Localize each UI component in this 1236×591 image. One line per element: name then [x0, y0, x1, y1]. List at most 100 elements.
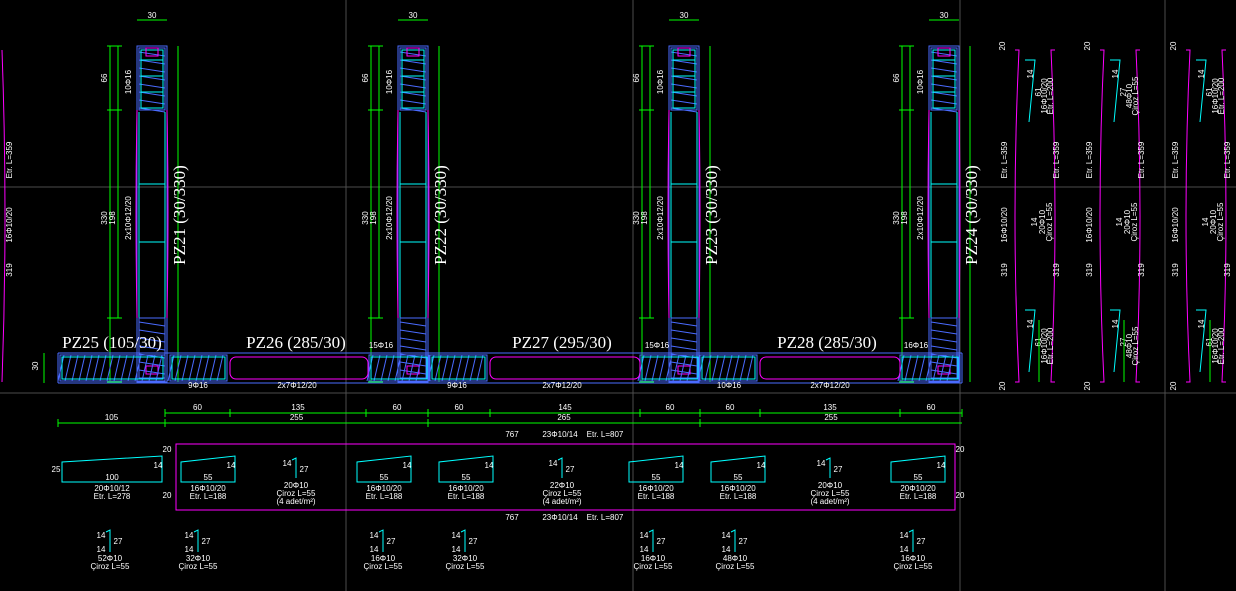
stirrup-3: 551416Φ10/20Etr. L=188: [356, 455, 412, 501]
hatch-line: [195, 354, 203, 382]
hatch-line: [658, 354, 666, 382]
bottom-ciroz-7: 14271416Φ10Çiroz L=55: [894, 529, 933, 571]
hatch-line: [946, 354, 954, 382]
stirrup-etr: Etr. L=188: [638, 492, 675, 501]
beam-bar-label: 9Φ16: [447, 381, 467, 390]
hatch-line: [930, 75, 958, 81]
hatch-line: [930, 329, 958, 335]
hatch-line: [399, 67, 427, 73]
main-bar-spec-bottom: 23Φ10/14: [542, 513, 578, 522]
bottom-ciroz-shape: [908, 529, 914, 552]
hatch-line: [670, 99, 698, 105]
bottom-ciroz-shape: [105, 529, 111, 552]
panel-top-end: 20: [998, 41, 1007, 50]
hatch-line: [399, 75, 427, 81]
dim-row1-text: 135: [291, 403, 305, 412]
dim-row1-text: 60: [193, 403, 202, 412]
stirrup-c: 14: [154, 461, 163, 470]
hatch-line: [670, 59, 698, 65]
hatch-line: [670, 329, 698, 335]
ciroz-a: 14: [549, 459, 558, 468]
panel-a: 14: [1111, 319, 1120, 328]
hatch-line: [746, 354, 754, 382]
hatch-line: [930, 321, 958, 327]
bottom-ciroz-b: 27: [657, 537, 666, 546]
hatch-line: [469, 354, 477, 382]
bottom-ciroz-5: 14271416Φ10Çiroz L=55: [634, 529, 673, 571]
mesh-label: 2x10Φ12/20: [656, 196, 665, 240]
bottom-ciroz-a: 14: [370, 531, 379, 540]
panel-length-right: 319: [1223, 263, 1232, 277]
hatch-line: [138, 99, 166, 105]
panel-left-bar: [1099, 49, 1105, 383]
bottom-ciroz-3: 14271416Φ10Çiroz L=55: [364, 529, 403, 571]
stirrup-etr: Etr. L=188: [900, 492, 937, 501]
hatch-line: [127, 354, 135, 382]
bottom-ciroz-a: 14: [452, 531, 461, 540]
hatch-line: [138, 361, 166, 367]
bar-label: 10Φ16: [124, 69, 133, 94]
hatch-line: [216, 354, 224, 382]
stirrup-etr: Etr. L=188: [448, 492, 485, 501]
hatch-line: [380, 354, 388, 382]
stirrup-c: 14: [227, 461, 236, 470]
hatch-line: [732, 354, 740, 382]
panel-mid-len: Çiroz L=55: [1216, 202, 1225, 241]
bar-label: 10Φ16: [656, 69, 665, 94]
joint-label: 15Φ16: [369, 341, 394, 350]
stirrup-b: 55: [652, 473, 661, 482]
wall-label: PZ21 (30/330): [170, 165, 189, 265]
hatch-line: [167, 354, 175, 382]
hatch-line: [434, 354, 442, 382]
bottom-ciroz-len: Çiroz L=55: [179, 562, 218, 571]
hatch-line: [138, 59, 166, 65]
stirrup-etr: Etr. L=188: [190, 492, 227, 501]
stirrup-4: 551416Φ10/20Etr. L=188: [438, 455, 494, 501]
beam-mesh-label: 2x7Φ12/20: [542, 381, 582, 390]
panel-length-right: 319: [1137, 263, 1146, 277]
bottom-ciroz-a2: 14: [722, 545, 731, 554]
hatch-line: [670, 67, 698, 73]
bottom-ciroz-b: 27: [387, 537, 396, 546]
panel-bottom-end: 20: [1169, 381, 1178, 390]
cad-drawing-canvas[interactable]: 66330 1983010Φ162x10Φ12/20 PZ21 (30/330)66…: [0, 0, 1236, 591]
bottom-ciroz-len: Çiroz L=55: [446, 562, 485, 571]
dim-row2-text: 255: [290, 413, 304, 422]
stirrup-1: 100142520Φ10/12Etr. L=278: [52, 455, 163, 501]
panel-etr2: Etr. L=200: [1046, 327, 1055, 364]
panel-length: 319: [1171, 263, 1180, 277]
main-bar-etr-bottom: Etr. L=807: [587, 513, 624, 522]
hatch-line: [399, 59, 427, 65]
main-bar-length: 767: [505, 430, 519, 439]
stirrup-etr: Etr. L=278: [94, 492, 131, 501]
left-edge-etr: Etr. L=359: [5, 141, 14, 178]
bottom-ciroz-a2: 14: [640, 545, 649, 554]
bottom-ciroz-len: Çiroz L=55: [634, 562, 673, 571]
beam-mid-zone: [229, 356, 369, 380]
dim-top-text: 66: [892, 73, 901, 82]
hatch-line: [441, 354, 449, 382]
bottom-ciroz-shape: [460, 529, 466, 552]
stirrup-etr: Etr. L=188: [366, 492, 403, 501]
dim-row1-text: 135: [823, 403, 837, 412]
joint-zone: [899, 354, 961, 382]
stirrup-6: 551416Φ10/20Etr. L=188: [710, 455, 766, 501]
panel-a: 14: [1197, 319, 1206, 328]
hatch-line: [399, 91, 427, 97]
hatch-line: [670, 51, 698, 57]
panel-top-end: 20: [1169, 41, 1178, 50]
hatch-line: [188, 354, 196, 382]
hatch-line: [930, 51, 958, 57]
beam-mesh-label: 2x7Φ12/20: [810, 381, 850, 390]
hatch-line: [138, 75, 166, 81]
dim-top-text: 66: [632, 73, 641, 82]
bottom-ciroz-b: 27: [739, 537, 748, 546]
hatch-line: [686, 354, 694, 382]
panel-etr-right: Etr. L=359: [1137, 141, 1146, 178]
hatch-line: [904, 354, 912, 382]
hatch-line: [408, 354, 416, 382]
wall-pz23: 66330 1983010Φ162x10Φ12/20 PZ23 (30/330): [632, 11, 721, 383]
hatch-line: [670, 337, 698, 343]
dim-top-text: 66: [100, 73, 109, 82]
panel-length-right: 319: [1052, 263, 1061, 277]
